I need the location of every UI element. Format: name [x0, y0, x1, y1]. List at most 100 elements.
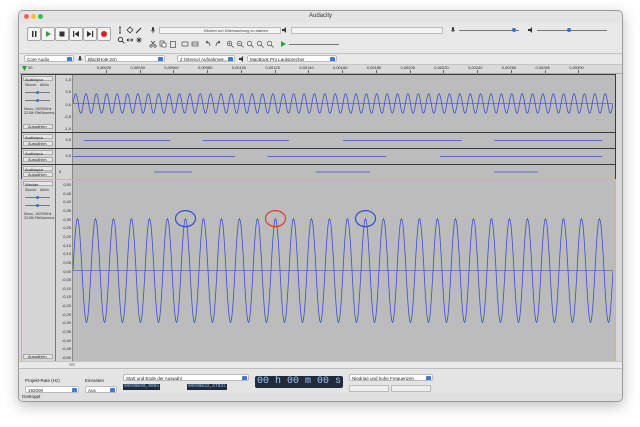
audio-track-1[interactable]: Audiospur Stumm Allein Mono, 192000Hz 32… — [21, 74, 616, 133]
track-select-button[interactable]: Auswählen — [23, 157, 53, 162]
mute-button[interactable]: Stumm — [25, 83, 36, 87]
waveform — [83, 140, 603, 141]
record-button[interactable] — [97, 27, 111, 41]
redo-icon[interactable] — [214, 40, 222, 48]
audio-track-3[interactable]: Audiospur Auswählen 0,0 — [21, 148, 616, 165]
gain-knob[interactable] — [36, 91, 39, 94]
playback-device-select[interactable]: MacBook Pro Lautsprecher — [247, 55, 337, 62]
snap-select[interactable]: Aus — [85, 386, 117, 393]
track-name-button[interactable]: Audiospur — [23, 166, 53, 172]
recording-channels-select[interactable]: 2 (Stereo) Aufnahmek... — [177, 55, 235, 62]
track-name-button[interactable]: Audiospur — [23, 76, 53, 82]
window-title: Audacity — [308, 13, 332, 19]
audio-track-4[interactable]: Audiospur Auswählen 0 — [21, 164, 616, 180]
speaker-icon — [282, 27, 286, 33]
scale-label: -0,25 — [61, 311, 71, 317]
project-rate-select[interactable]: 192000 — [25, 386, 79, 393]
skip-end-button[interactable] — [83, 27, 97, 41]
waveform-area[interactable] — [72, 180, 615, 361]
selection-end-time[interactable]: 00h00m22,6762s — [187, 384, 227, 390]
pause-button[interactable] — [27, 27, 41, 41]
timeshift-tool-icon[interactable] — [126, 36, 134, 44]
cut-icon[interactable] — [149, 40, 157, 48]
zoom-tool-icon[interactable] — [117, 36, 125, 44]
ruler-tick-label: 0,00260 — [501, 65, 517, 70]
track-select-button[interactable]: Auswählen — [23, 124, 53, 129]
skip-start-button[interactable] — [69, 27, 83, 41]
scale-label: 0,0 — [65, 153, 71, 158]
playback-volume-slider[interactable] — [537, 30, 607, 31]
waveform-area[interactable] — [73, 149, 615, 164]
copy-icon[interactable] — [159, 40, 167, 48]
play-button[interactable] — [41, 27, 55, 41]
zoom-in-icon[interactable] — [226, 40, 234, 48]
paste-icon[interactable] — [169, 40, 177, 48]
solo-button[interactable]: Allein — [40, 83, 49, 87]
silence-icon[interactable] — [191, 40, 199, 48]
mute-button[interactable]: Stumm — [25, 188, 36, 192]
ruler-tick-label: 0,00080 — [198, 65, 213, 70]
pan-knob[interactable] — [36, 99, 39, 102]
pan-knob[interactable] — [36, 204, 39, 207]
fit-selection-icon[interactable] — [246, 40, 254, 48]
scrollbar-thumb[interactable] — [69, 363, 75, 366]
ruler-tick-label: 0,00240 — [468, 65, 483, 70]
timeline-ruler[interactable]: 30 0,00020 0,00040 0,00060 0,00080 0,00100 0,… — [19, 65, 622, 74]
ruler-tick-label: 0,00200 — [400, 65, 415, 70]
waveform-area[interactable] — [73, 165, 615, 179]
audacity-window: Audacity Klicken um Überwachung zu start… — [18, 10, 623, 402]
gain-knob[interactable] — [36, 196, 39, 199]
track-control-panel: Audiospur Auswählen — [22, 133, 56, 148]
solo-button[interactable]: Allein — [40, 188, 49, 192]
selection-mode-select[interactable]: Start und Ende der Auswahl — [123, 374, 249, 381]
track-name-button[interactable]: Wecker — [23, 181, 53, 187]
track-select-button[interactable]: Auswählen — [23, 141, 53, 146]
playback-meter[interactable] — [291, 27, 443, 34]
scale-label: 0,35 — [63, 207, 71, 213]
recording-volume-knob[interactable] — [512, 28, 516, 32]
track-name-button[interactable]: Audiospur — [23, 134, 53, 140]
zoom-toggle-icon[interactable] — [266, 40, 274, 48]
track-control-panel: Wecker Stumm Allein Mono, 192000Hz 32-Bi… — [22, 180, 56, 361]
selection-tool-icon[interactable] — [117, 26, 125, 34]
ruler-tick-mark — [240, 70, 242, 73]
track-select-button[interactable]: Auswählen — [23, 172, 53, 177]
audio-position-display[interactable]: 00 h 00 m 00 s — [255, 376, 343, 388]
scale-label: -0,40 — [61, 337, 71, 343]
audio-host-select[interactable]: Core Audio — [24, 55, 74, 62]
scale-label: 0,5 — [65, 89, 71, 95]
stop-icon — [59, 31, 65, 37]
chevron-down-icon — [330, 57, 335, 61]
track-select-button[interactable]: Auswählen — [23, 354, 53, 359]
zoom-out-icon[interactable] — [236, 40, 244, 48]
ruler-tick-mark — [409, 70, 411, 73]
undo-icon[interactable] — [204, 40, 212, 48]
envelope-tool-icon[interactable] — [126, 26, 134, 34]
selection-start-time[interactable]: 00h00m00,000s — [123, 384, 161, 390]
audio-track-2[interactable]: Audiospur Auswählen 0,0 — [21, 132, 616, 149]
track-format-info: Mono, 192000Hz 32-Bit-Fließkomma — [24, 212, 55, 220]
draw-tool-icon[interactable] — [135, 26, 143, 34]
recording-volume-slider[interactable] — [459, 30, 519, 31]
scale-label: 0,00 — [63, 268, 71, 274]
scale-label: 0,10 — [63, 251, 71, 257]
trim-icon[interactable] — [181, 40, 189, 48]
stop-button[interactable] — [55, 27, 69, 41]
recording-device-select[interactable]: BlackHole 2ch — [85, 55, 165, 62]
play-speed-slider[interactable] — [289, 44, 339, 45]
audio-track-wecker[interactable]: Wecker Stumm Allein Mono, 192000Hz 32-Bi… — [21, 179, 616, 362]
spectral-selection-select[interactable]: Niedrige und hohe Frequenzen — [349, 374, 433, 381]
ruler-tick-label: 0,00220 — [434, 65, 449, 70]
horizontal-scrollbar[interactable] — [19, 361, 622, 368]
play-at-speed-icon[interactable] — [279, 40, 287, 48]
waveform-area[interactable] — [73, 133, 615, 148]
track-name-button[interactable]: Audiospur — [23, 150, 53, 156]
fit-project-icon[interactable] — [256, 40, 264, 48]
high-frequency-field[interactable] — [391, 385, 431, 392]
playback-volume-knob[interactable] — [567, 28, 571, 32]
multi-tool-icon[interactable] — [135, 36, 143, 44]
waveform-area[interactable] — [72, 75, 615, 132]
scale-label: 0,20 — [63, 233, 71, 239]
low-frequency-field[interactable] — [349, 385, 389, 392]
skip-end-icon — [87, 31, 94, 37]
